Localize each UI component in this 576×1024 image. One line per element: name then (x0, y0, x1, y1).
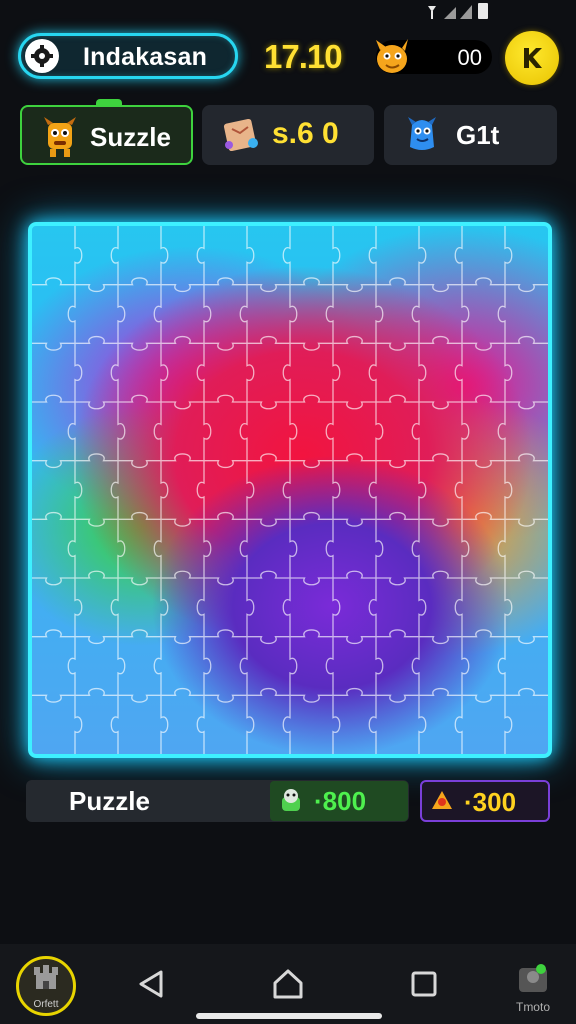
reward-purple-value: ·300 (464, 787, 517, 817)
castle-icon (34, 965, 58, 989)
navigation-bar: Orfett Tmoto (0, 944, 576, 1024)
tab-label: Suzzle (90, 122, 171, 152)
blue-creature-icon (408, 117, 436, 150)
coin-counter[interactable]: 00 (376, 39, 492, 74)
bell-icon (432, 791, 452, 809)
puzzle-grid (32, 226, 548, 754)
recents-icon[interactable] (404, 964, 444, 1004)
reward-purple[interactable]: ·300 (420, 780, 550, 822)
reward-green[interactable]: ·800 (270, 781, 408, 821)
monster-icon (44, 117, 76, 157)
tab-g1t[interactable]: G1t (384, 105, 557, 165)
tab-label: s.6 0 (272, 117, 339, 150)
home-label: Orfett (33, 999, 59, 1010)
tab-map[interactable]: s.6 0 (202, 105, 374, 165)
coin-value: 00 (457, 45, 482, 70)
puzzle-board[interactable] (28, 222, 552, 758)
map-scroll-icon (223, 118, 258, 152)
back-icon[interactable] (132, 964, 172, 1004)
home-game-button[interactable]: Orfett (16, 956, 76, 1016)
puzzle-piece-outlines (32, 226, 548, 754)
tab-active-indicator (96, 99, 122, 107)
tab-label: G1t (456, 120, 500, 150)
home-icon[interactable] (268, 964, 308, 1004)
status-bar (0, 0, 576, 22)
action-button[interactable] (505, 31, 559, 85)
k-badge-icon (524, 48, 542, 68)
player-name: Indakasan (83, 43, 208, 71)
gesture-bar[interactable] (196, 1013, 382, 1019)
score-value: 17.10 (264, 38, 343, 75)
mascot-icon (376, 39, 408, 73)
reward-green-value: ·800 (314, 786, 367, 816)
pet-icon (282, 789, 300, 811)
profile-label: Tmoto (515, 1000, 550, 1014)
player-badge[interactable]: Indakasan (18, 33, 238, 79)
gear-icon (25, 39, 59, 73)
profile-icon (519, 964, 547, 992)
profile-button[interactable]: Tmoto (508, 962, 558, 1016)
tab-suzzle[interactable]: Suzzle (20, 99, 193, 165)
puzzle-title: Puzzle (69, 786, 150, 816)
signal-icon (428, 3, 488, 19)
